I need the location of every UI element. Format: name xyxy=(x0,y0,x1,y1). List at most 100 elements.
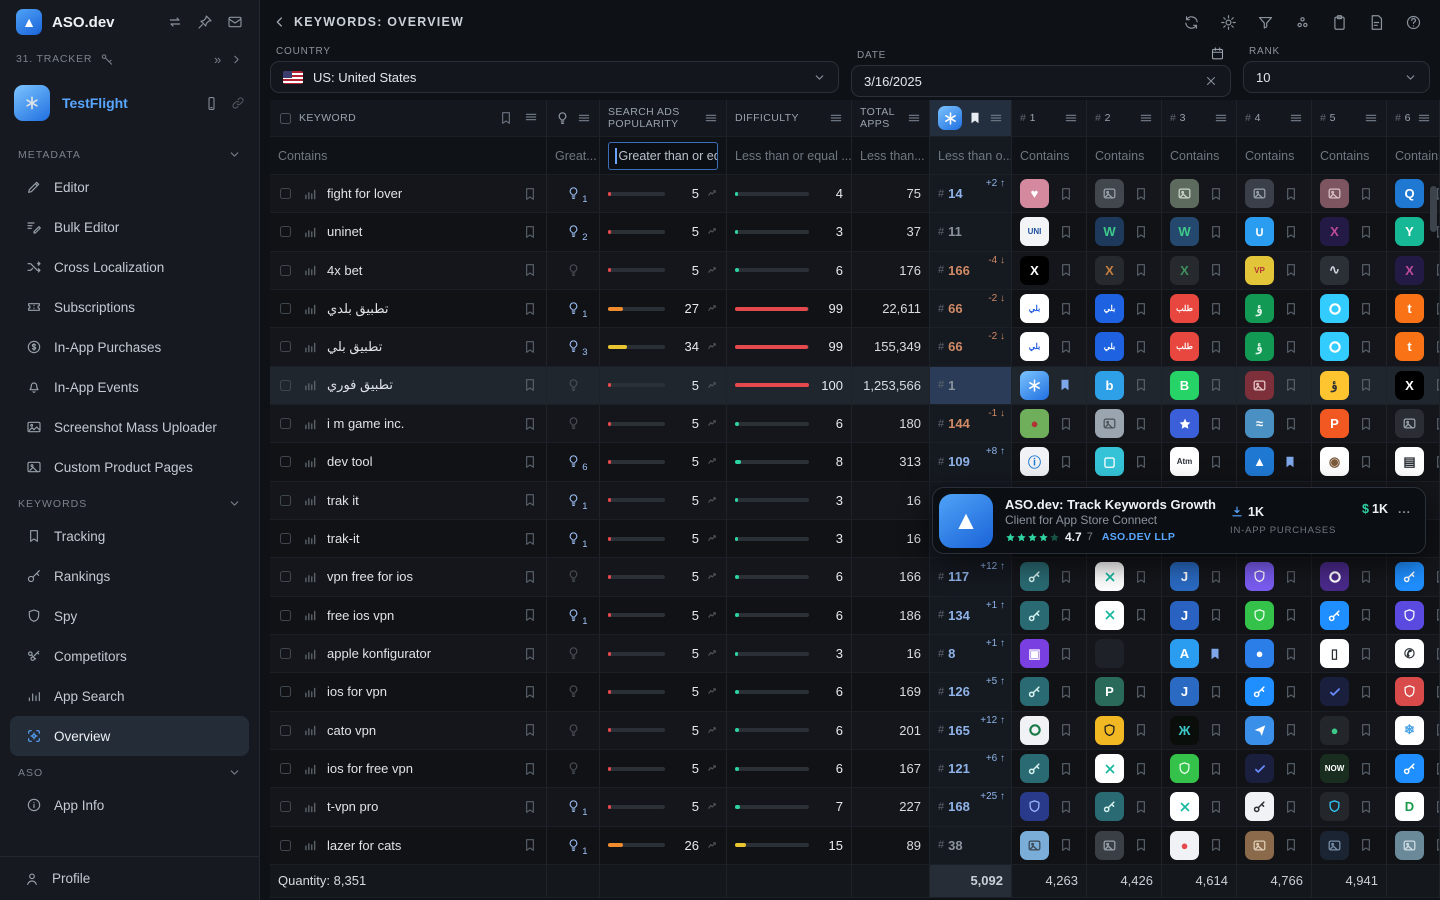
app-rank-cell[interactable]: بلي xyxy=(1087,290,1162,328)
pin-icon[interactable] xyxy=(197,14,213,30)
keyword-cell[interactable]: fight for lover xyxy=(270,175,547,213)
bookmark-filled-icon[interactable] xyxy=(968,110,982,126)
bookmark-icon[interactable] xyxy=(1433,416,1440,432)
table-row[interactable]: vpn free for ios56166#117+12 ↑J xyxy=(270,558,1440,596)
bulb-cell[interactable]: 1 xyxy=(547,788,600,826)
app-rank-cell[interactable]: بلي xyxy=(1087,328,1162,366)
app-rank-cell[interactable]: ▣ xyxy=(1012,635,1087,673)
bookmark-icon[interactable] xyxy=(1133,186,1149,202)
keyword-cell[interactable]: 4x bet xyxy=(270,252,547,290)
bookmark-icon[interactable] xyxy=(1283,761,1299,777)
row-checkbox[interactable] xyxy=(278,263,293,278)
col-rank-2[interactable]: # 2 xyxy=(1087,100,1162,137)
suggestion-bulb-icon[interactable] xyxy=(566,378,581,393)
bookmark-icon[interactable] xyxy=(522,186,538,202)
app-rank-cell[interactable]: B xyxy=(1162,367,1237,405)
app-rank-cell[interactable] xyxy=(1012,788,1087,826)
date-input[interactable]: 3/16/2025 xyxy=(851,65,1231,97)
app-icon[interactable] xyxy=(1020,371,1049,400)
app-icon[interactable]: ● xyxy=(1020,409,1049,438)
keyword-cell[interactable]: تطبيق فوري xyxy=(270,367,547,405)
row-checkbox[interactable] xyxy=(278,493,293,508)
bookmark-icon[interactable] xyxy=(1433,377,1440,393)
keyword-cell[interactable]: apple konfigurator xyxy=(270,635,547,673)
filter-rank-1[interactable]: Contains xyxy=(1012,137,1087,175)
app-icon[interactable]: ▲ xyxy=(1245,447,1274,476)
row-checkbox[interactable] xyxy=(278,608,293,623)
column-menu-icon[interactable] xyxy=(1214,111,1228,125)
app-rank-cell[interactable]: J xyxy=(1162,597,1237,635)
bookmark-icon[interactable] xyxy=(1358,454,1374,470)
row-checkbox[interactable] xyxy=(278,761,293,776)
bookmark-filled-icon[interactable] xyxy=(1058,377,1072,393)
app-icon[interactable]: ∪ xyxy=(1245,217,1274,246)
table-row[interactable]: تطبيق بلدي1279922,611#66-2 ↓بليبليطلبؤt xyxy=(270,290,1440,328)
bookmark-icon[interactable] xyxy=(1208,186,1224,202)
suggestion-bulb-icon[interactable] xyxy=(566,723,581,738)
app-rank-cell[interactable]: X xyxy=(1162,252,1237,290)
sidebar-section-keywords[interactable]: KEYWORDS xyxy=(10,487,249,516)
app-rank-cell[interactable] xyxy=(1087,558,1162,596)
app-icon[interactable] xyxy=(1020,677,1049,706)
app-icon[interactable]: P xyxy=(1095,677,1124,706)
table-row[interactable]: fight for lover15475#14+2 ↑♥Q xyxy=(270,175,1440,213)
app-icon[interactable] xyxy=(1020,562,1049,591)
sidebar-item-overview[interactable]: Overview xyxy=(10,716,249,756)
app-icon[interactable] xyxy=(1320,562,1349,591)
app-rank-cell[interactable]: Atm xyxy=(1162,443,1237,481)
app-rank-cell[interactable]: بلي xyxy=(1012,328,1087,366)
bulb-cell[interactable] xyxy=(547,750,600,788)
app-icon[interactable]: W xyxy=(1095,217,1124,246)
app-icon[interactable] xyxy=(1020,716,1049,745)
keyword-cell[interactable]: i m game inc. xyxy=(270,405,547,443)
app-rank-cell[interactable]: ● xyxy=(1012,405,1087,443)
clear-date-icon[interactable] xyxy=(1204,74,1218,88)
app-rank-cell[interactable]: Ж xyxy=(1162,712,1237,750)
bookmark-icon[interactable] xyxy=(522,646,538,662)
app-rank-cell[interactable] xyxy=(1087,405,1162,443)
app-icon[interactable]: ♥ xyxy=(1020,179,1049,208)
sidebar-item-app-info[interactable]: App Info xyxy=(10,785,249,825)
app-rank-cell[interactable] xyxy=(1312,597,1387,635)
filter-icon[interactable] xyxy=(1257,14,1274,31)
app-icon[interactable] xyxy=(1020,754,1049,783)
app-rank-cell[interactable]: ♥ xyxy=(1012,175,1087,213)
bookmark-icon[interactable] xyxy=(1208,684,1224,700)
app-icon[interactable]: P xyxy=(1320,409,1349,438)
app-icon[interactable]: ▢ xyxy=(1095,447,1124,476)
bookmark-filled-icon[interactable] xyxy=(1283,454,1297,470)
refresh-icon[interactable] xyxy=(1183,14,1200,31)
col-rank-6[interactable]: # 6 xyxy=(1387,100,1440,137)
app-icon[interactable] xyxy=(1320,294,1349,323)
bookmark-icon[interactable] xyxy=(1058,761,1074,777)
sidebar-item-tracking[interactable]: Tracking xyxy=(10,516,249,556)
bookmark-icon[interactable] xyxy=(1283,799,1299,815)
sidebar-item-cross-localization[interactable]: Cross Localization xyxy=(10,247,249,287)
keyword-stats-icon[interactable] xyxy=(303,302,317,316)
bookmark-icon[interactable] xyxy=(1133,684,1149,700)
col-rank-3[interactable]: # 3 xyxy=(1162,100,1237,137)
bookmark-icon[interactable] xyxy=(1283,416,1299,432)
bookmark-icon[interactable] xyxy=(1283,607,1299,623)
column-menu-icon[interactable] xyxy=(1417,111,1431,125)
bookmark-icon[interactable] xyxy=(522,492,538,508)
bookmark-icon[interactable] xyxy=(1058,186,1074,202)
bookmark-icon[interactable] xyxy=(1058,799,1074,815)
app-icon[interactable] xyxy=(1395,409,1424,438)
bookmark-icon[interactable] xyxy=(1208,837,1224,853)
app-rank-cell[interactable] xyxy=(1237,367,1312,405)
table-row[interactable]: uninet25337#11UNIWW∪XY xyxy=(270,213,1440,251)
column-menu-icon[interactable] xyxy=(577,111,591,125)
bookmark-icon[interactable] xyxy=(522,416,538,432)
app-icon[interactable] xyxy=(1320,792,1349,821)
suggestion-bulb-icon[interactable] xyxy=(566,646,581,661)
app-rank-cell[interactable] xyxy=(1387,673,1440,711)
app-icon[interactable] xyxy=(1095,601,1124,630)
app-icon[interactable] xyxy=(1095,792,1124,821)
keyword-stats-icon[interactable] xyxy=(303,493,317,507)
app-icon[interactable] xyxy=(1245,716,1274,745)
keyword-cell[interactable]: vpn free for ios xyxy=(270,558,547,596)
chevron-right-icon[interactable] xyxy=(230,53,243,66)
col-keyword[interactable]: KEYWORD xyxy=(270,100,547,137)
app-rank-cell[interactable]: ≈ xyxy=(1237,405,1312,443)
